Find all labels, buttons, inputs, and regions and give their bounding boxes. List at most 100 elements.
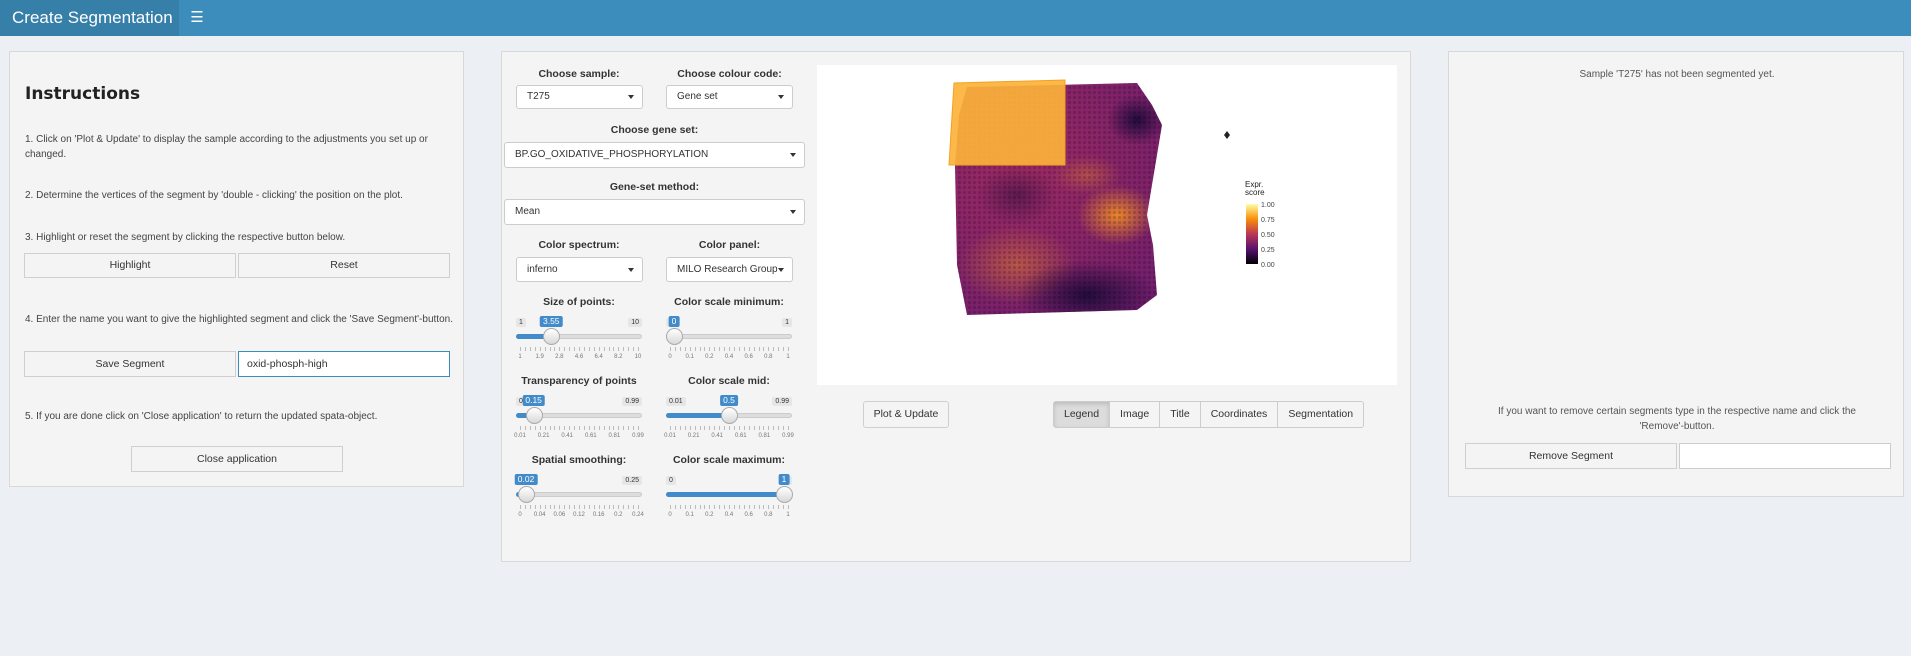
tab-title[interactable]: Title — [1159, 401, 1201, 428]
color-scale-maximum-label: Color scale maximum: — [672, 454, 786, 466]
chevron-down-icon — [778, 95, 784, 99]
tab-segmentation[interactable]: Segmentation — [1277, 401, 1365, 428]
slider-ticks — [666, 347, 792, 353]
choose-sample-label: Choose sample: — [538, 68, 620, 80]
slider-tick-label: 0.8 — [764, 512, 773, 518]
slider-tick-labels: 1 1.9 2.8 4.6 6.4 8.2 10 — [516, 354, 642, 362]
slider-max-label: 0.99 — [772, 397, 792, 406]
slider-tick-label: 0.21 — [687, 433, 700, 439]
slider-tick-labels: 0 0.04 0.06 0.12 0.16 0.2 0.24 — [516, 512, 644, 520]
slider-value-label: 1 — [778, 474, 790, 485]
color-scale-minimum-label: Color scale minimum: — [674, 296, 784, 308]
slider-ticks — [666, 426, 792, 432]
gene-set-select[interactable]: BP.GO_OXIDATIVE_PHOSPHORYLATION — [504, 142, 805, 168]
hamburger-icon[interactable]: ☰ — [179, 0, 215, 36]
remove-segment-button[interactable]: Remove Segment — [1465, 443, 1677, 469]
slider-track — [666, 334, 792, 339]
instruction-step-2: 2. Determine the vertices of the segment… — [25, 190, 403, 201]
slider-tick-label: 0.6 — [744, 354, 753, 360]
slider-handle[interactable] — [776, 486, 793, 503]
slider-handle[interactable] — [543, 328, 561, 345]
slider-value-label: 0.5 — [720, 395, 738, 406]
slider-ticks — [516, 347, 642, 353]
spatial-plot[interactable]: Expr. score 1.00 0.75 0.50 0.25 0.00 — [817, 65, 1397, 385]
transparency-label: Transparency of points — [521, 375, 637, 387]
color-scale-mid-slider[interactable]: 0.01 0.99 0.5 0.01 0.21 0.41 0.61 0.81 0.99 — [664, 392, 794, 444]
instructions-title: Instructions — [25, 84, 141, 104]
tab-coordinates[interactable]: Coordinates — [1199, 401, 1279, 428]
instruction-step-3: 3. Highlight or reset the segment by cli… — [25, 232, 346, 243]
slider-tick-labels: 0 0.1 0.2 0.4 0.6 0.8 1 — [666, 512, 792, 520]
slider-value-label: 0 — [668, 316, 680, 327]
slider-fill — [666, 492, 784, 497]
color-panel-select[interactable]: MILO Research Group — [666, 257, 793, 282]
reset-button[interactable]: Reset — [238, 253, 450, 278]
plot-options-toggle-group: Legend Image Title Coordinates Segmentat… — [1053, 401, 1365, 428]
slider-tick-label: 0.81 — [758, 433, 771, 439]
slider-max-label: 10 — [628, 318, 642, 327]
slider-tick-label: 2.8 — [555, 354, 564, 360]
slider-value-label: 0.15 — [522, 395, 545, 406]
choose-colour-code-label: Choose colour code: — [677, 68, 782, 80]
chevron-down-icon — [790, 210, 796, 214]
chevron-down-icon — [628, 267, 634, 272]
slider-tick-labels: 0 0.1 0.2 0.4 0.6 0.8 1 — [666, 354, 792, 362]
slider-min-label: 1 — [516, 318, 526, 327]
tab-image[interactable]: Image — [1109, 401, 1161, 428]
slider-fill — [666, 413, 729, 418]
slider-tick-label: 1 — [786, 512, 790, 518]
remove-info-text: If you want to remove certain segments t… — [1498, 406, 1856, 432]
color-spectrum-select-value: inferno — [527, 264, 558, 275]
transparency-slider[interactable]: 0.01 0.99 0.15 0.01 0.21 0.41 0.61 0.81 0.99 — [514, 392, 644, 444]
highlight-button[interactable]: Highlight — [24, 253, 236, 278]
sample-select[interactable]: T275 — [516, 85, 643, 109]
color-scale-minimum-slider[interactable]: 01000.10.20.40.60.81 — [666, 313, 792, 365]
legend-ticks: 1.00 0.75 0.50 0.25 0.00 — [1261, 202, 1275, 269]
colour-code-select-value: Gene set — [677, 91, 718, 102]
slider-handle[interactable] — [721, 407, 738, 424]
highlighted-segment — [948, 79, 1066, 166]
top-navbar: Create Segmentation ☰ — [0, 0, 1911, 36]
legend-tick-label: 1.00 — [1261, 202, 1275, 209]
slider-tick-label: 0.16 — [592, 512, 605, 518]
legend-title-line-2: score — [1245, 188, 1265, 197]
gene-set-method-select-value: Mean — [515, 206, 541, 217]
slider-tick-label: 0.04 — [533, 512, 546, 518]
color-spectrum-select[interactable]: inferno — [516, 257, 643, 282]
slider-handle[interactable] — [666, 328, 683, 345]
slider-handle[interactable] — [525, 407, 543, 424]
app-title: Create Segmentation — [0, 0, 179, 36]
size-of-points-slider[interactable]: 1 10 3.55 1 1.9 2.8 4.6 6.4 8.2 10 — [516, 313, 642, 365]
chevron-down-icon — [778, 267, 784, 272]
slider-tick-label: 0 — [518, 512, 522, 518]
gene-set-method-select[interactable]: Mean — [504, 199, 805, 225]
segment-name-input[interactable] — [238, 351, 450, 377]
slider-tick-label: 0 — [668, 354, 672, 360]
slider-handle[interactable] — [518, 486, 536, 503]
remove-segment-input[interactable] — [1679, 443, 1891, 469]
color-scale-maximum-slider[interactable]: 01100.10.20.40.60.81 — [666, 471, 793, 523]
slider-max-label: 0.99 — [622, 397, 642, 406]
slider-tick-label: 0.81 — [608, 433, 621, 439]
slider-min-label: 0.01 — [666, 397, 686, 406]
spatial-plot-canvas[interactable]: Expr. score 1.000.750.500.250.00 — [817, 65, 1397, 385]
close-application-button[interactable]: Close application — [131, 446, 343, 472]
slider-tick-label: 0.2 — [705, 512, 714, 518]
instruction-step-1: 1. Click on 'Plot & Update' to display t… — [25, 134, 428, 160]
slider-tick-label: 0.4 — [724, 512, 734, 518]
legend-tick-label: 0.75 — [1261, 217, 1275, 224]
slider-tick-label: 0.99 — [782, 433, 794, 439]
save-segment-button[interactable]: Save Segment — [24, 351, 236, 377]
slider-tick-label: 1 — [786, 354, 790, 360]
slider-tick-label: 1 — [518, 354, 522, 360]
spatial-smoothing-slider[interactable]: 0 0.25 0.02 0 0.04 0.06 0.12 0.16 0.2 0.24 — [514, 471, 644, 523]
instructions-panel: Instructions 1. Click on 'Plot & Update'… — [9, 51, 464, 487]
slider-tick-label: 0.24 — [632, 512, 644, 518]
tab-legend[interactable]: Legend — [1053, 401, 1111, 428]
plot-update-button[interactable]: Plot & Update — [863, 401, 949, 428]
gene-set-method-label: Gene-set method: — [609, 181, 700, 193]
slider-tick-label: 1.9 — [535, 354, 544, 360]
slider-max-label: 0.25 — [622, 476, 642, 485]
spatial-smoothing-label: Spatial smoothing: — [531, 454, 627, 466]
colour-code-select[interactable]: Gene set — [666, 85, 793, 109]
